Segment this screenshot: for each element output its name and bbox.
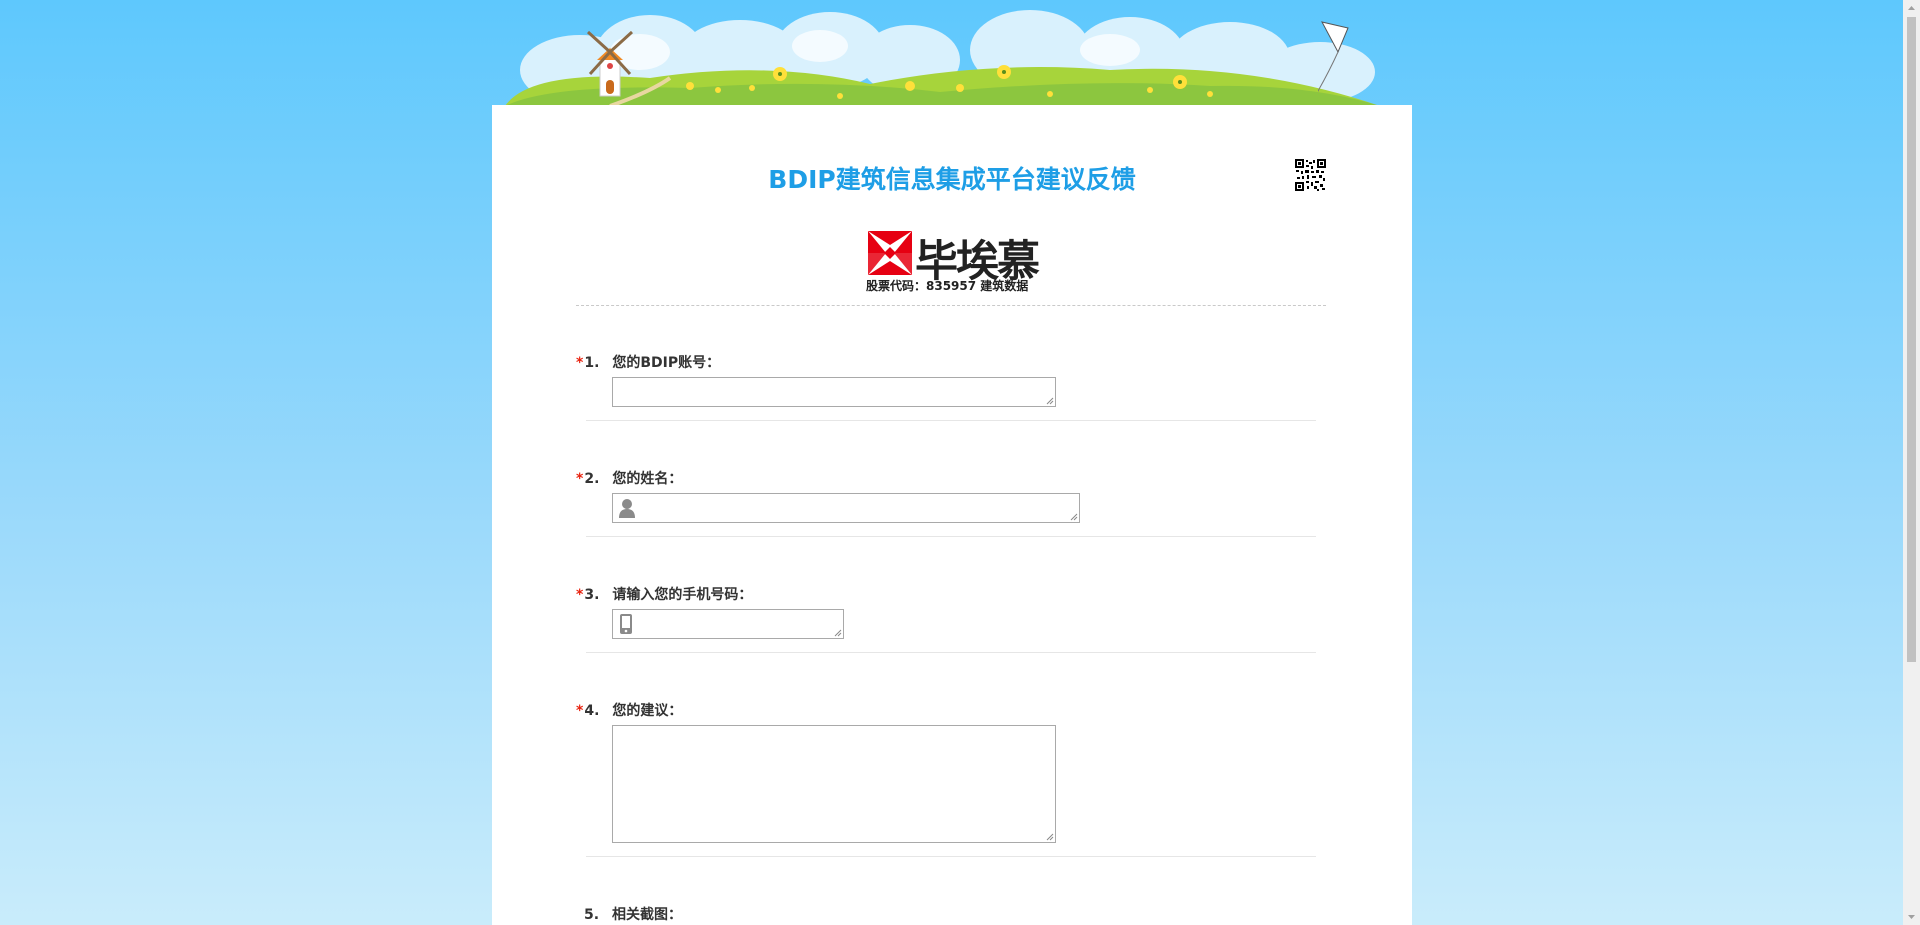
name-input[interactable] bbox=[612, 493, 1080, 523]
question-text: 您的姓名： bbox=[612, 471, 683, 487]
required-marker: * bbox=[576, 587, 584, 603]
scrollbar-thumb[interactable] bbox=[1907, 17, 1916, 662]
windmill-icon bbox=[586, 30, 634, 97]
resize-handle-icon[interactable] bbox=[1046, 833, 1054, 841]
question-label: *1. 您的BDIP账号： bbox=[576, 352, 720, 372]
question-label: *4. 您的建议： bbox=[576, 700, 682, 720]
question-separator bbox=[586, 536, 1316, 537]
logo-mark-icon bbox=[868, 231, 912, 275]
mobile-number-input[interactable] bbox=[612, 609, 844, 639]
question-text: 相关截图： bbox=[612, 907, 682, 923]
page-title: BDIP建筑信息集成平台建议反馈 bbox=[768, 165, 1136, 194]
required-marker: * bbox=[576, 703, 584, 719]
suggestion-textarea[interactable] bbox=[612, 725, 1056, 843]
survey-card: BDIP建筑信息集成平台建议反馈 毕埃慕 股票代码：835957 建筑数据 *1… bbox=[492, 105, 1412, 925]
kite-icon bbox=[1318, 21, 1349, 93]
question-text: 请输入您的手机号码： bbox=[612, 587, 753, 603]
resize-handle-icon[interactable] bbox=[834, 629, 842, 637]
question-number: 2. bbox=[584, 471, 600, 487]
bdip-account-input[interactable] bbox=[612, 377, 1056, 407]
user-icon bbox=[619, 499, 635, 518]
question-number: 4. bbox=[584, 703, 600, 719]
logo-subtitle: 股票代码：835957 建筑数据 bbox=[866, 279, 1029, 293]
question-separator bbox=[586, 420, 1316, 421]
question-label: 5. 相关截图： bbox=[576, 904, 682, 924]
resize-handle-icon[interactable] bbox=[1070, 513, 1078, 521]
question-label: *2. 您的姓名： bbox=[576, 468, 682, 488]
question-text: 您的建议： bbox=[612, 703, 683, 719]
vertical-scrollbar[interactable] bbox=[1903, 0, 1920, 925]
question-text: 您的BDIP账号： bbox=[612, 355, 721, 371]
resize-handle-icon[interactable] bbox=[1046, 397, 1054, 405]
scroll-up-arrow-icon[interactable] bbox=[1907, 4, 1916, 13]
question-label: *3. 请输入您的手机号码： bbox=[576, 584, 752, 604]
qr-code-icon[interactable] bbox=[1295, 159, 1326, 191]
required-marker: * bbox=[576, 471, 584, 487]
scroll-down-arrow-icon[interactable] bbox=[1907, 912, 1916, 921]
question-number: 3. bbox=[584, 587, 600, 603]
question-separator bbox=[586, 652, 1316, 653]
required-marker: * bbox=[576, 355, 584, 371]
mobile-phone-icon bbox=[620, 614, 632, 634]
question-number: 1. bbox=[584, 355, 600, 371]
header-divider bbox=[576, 305, 1326, 306]
question-separator bbox=[586, 856, 1316, 857]
company-logo: 毕埃慕 股票代码：835957 建筑数据 bbox=[860, 225, 1052, 295]
question-number: 5. bbox=[584, 907, 600, 923]
